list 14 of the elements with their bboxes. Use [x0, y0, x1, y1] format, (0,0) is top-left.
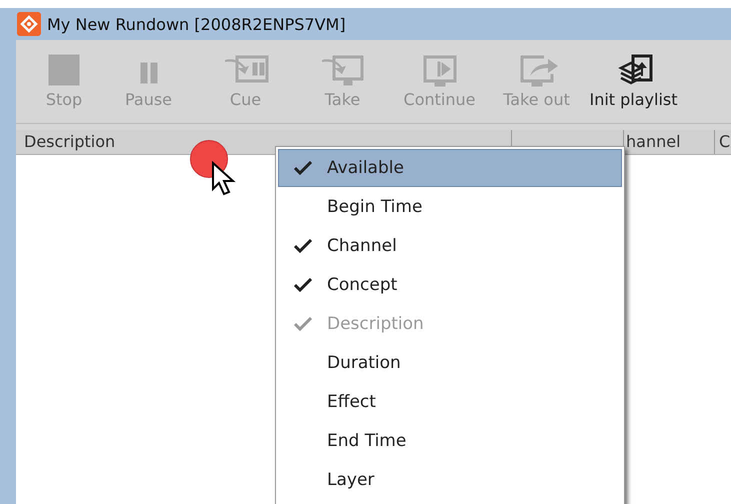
column-header[interactable]: C: [715, 130, 731, 154]
menu-item[interactable]: Available: [278, 149, 622, 187]
app-logo-icon: [17, 12, 41, 36]
menu-item[interactable]: Channel: [278, 227, 622, 265]
mouse-pointer-icon: [211, 161, 237, 197]
monitor-arrow-icon: [320, 54, 366, 88]
menu-item[interactable]: End Time: [278, 422, 622, 460]
menu-item[interactable]: Duration: [278, 344, 622, 382]
menu-item[interactable]: Layer: [278, 461, 622, 499]
menu-item[interactable]: Concept: [278, 266, 622, 304]
toolbar-button[interactable]: Init playlist: [585, 54, 682, 123]
window-title: My New Rundown [2008R2ENPS7VM]: [47, 14, 346, 34]
menu-item[interactable]: Effect: [278, 383, 622, 421]
menu-item[interactable]: Begin Time: [278, 188, 622, 226]
